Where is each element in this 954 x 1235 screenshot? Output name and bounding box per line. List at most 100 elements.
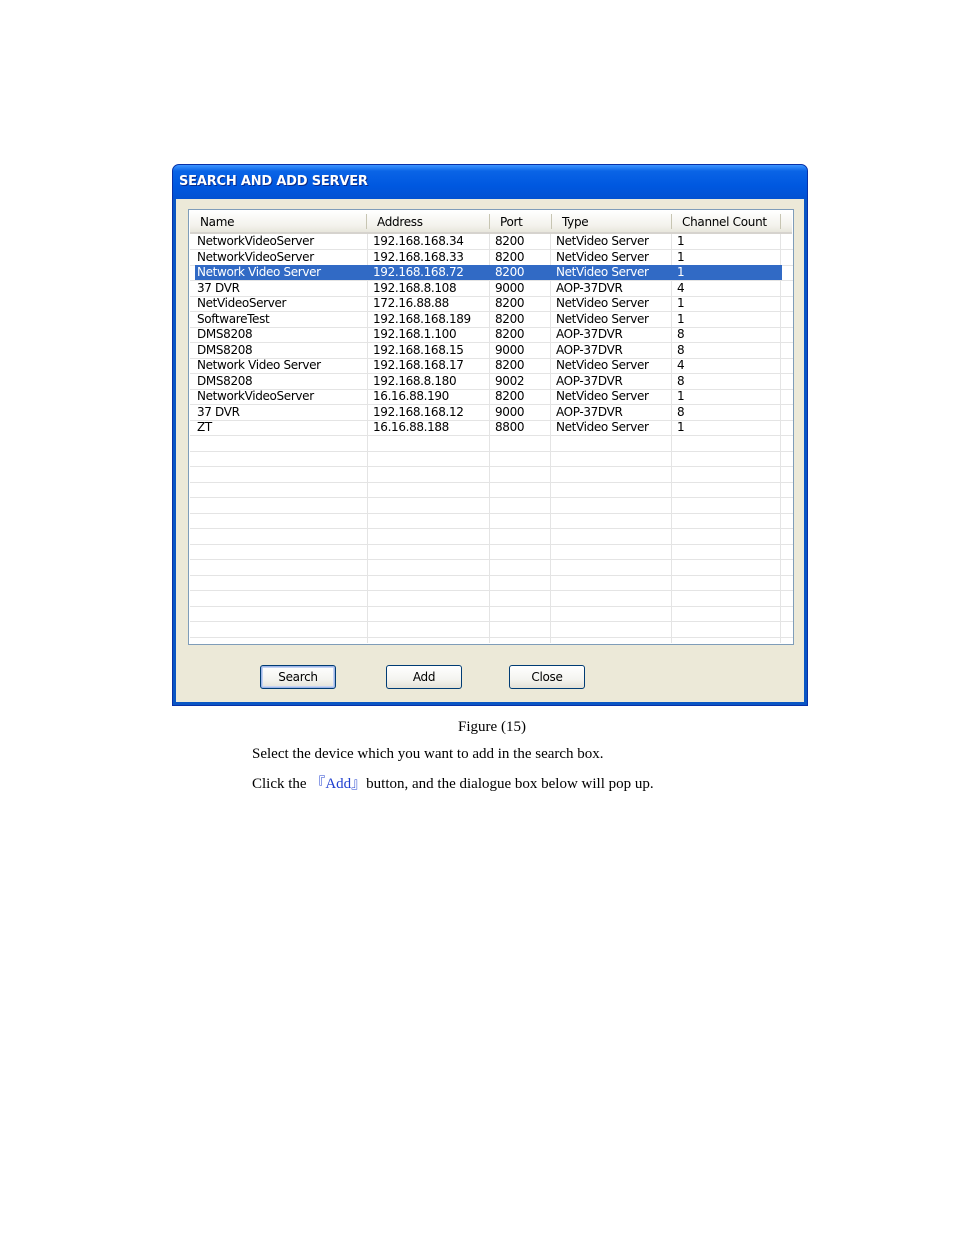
- table-cell: 8200: [495, 311, 525, 326]
- table-row[interactable]: 37 DVR 192.168.8.108 9000 AOP-37DVR 4: [190, 280, 793, 297]
- table-cell: NetVideoServer: [197, 296, 287, 310]
- empty-row: [190, 529, 793, 545]
- search-add-server-dialog: SEARCH AND ADD SERVER Name Address Port …: [172, 164, 808, 706]
- table-cell: 8: [677, 373, 685, 388]
- instruction-line-2: Click the 『Add』button, and the dialogue …: [252, 772, 654, 793]
- table-cell: 37 DVR: [197, 280, 240, 295]
- table-cell: DMS8208: [197, 342, 253, 357]
- table-row[interactable]: SoftwareTest 192.168.168.189 8200 NetVideo …: [190, 311, 793, 328]
- table-cell: 8800: [495, 420, 525, 434]
- empty-row: [190, 498, 793, 514]
- table-cell: 9002: [495, 373, 525, 388]
- close-button[interactable]: Close: [509, 665, 585, 689]
- table-cell: AOP-37DVR: [556, 280, 623, 295]
- table-cell: NetVideo Server: [556, 296, 649, 310]
- table-cell: 8: [677, 342, 685, 357]
- table-row[interactable]: NetworkVideoServer 16.16.88.190 8200 NetVid…: [190, 389, 793, 405]
- column-header-name[interactable]: Name: [190, 211, 366, 232]
- table-row[interactable]: ZT 16.16.88.188 8800 NetVideo Server 1: [190, 420, 793, 436]
- list-body: NetworkVideoServer 192.168.168.34 8200 NetV…: [190, 234, 793, 643]
- table-cell: SoftwareTest: [197, 311, 270, 326]
- table-cell: AOP-37DVR: [556, 342, 623, 357]
- table-cell: DMS8208: [197, 373, 253, 388]
- table-cell: 9000: [495, 404, 525, 419]
- table-cell: 16.16.88.190: [373, 389, 449, 403]
- table-cell: Network Video Server: [197, 265, 321, 279]
- table-cell: 192.168.168.34: [373, 234, 464, 248]
- table-cell: 1: [677, 234, 685, 248]
- table-cell: 192.168.168.15: [373, 342, 464, 357]
- table-cell: 8: [677, 404, 685, 419]
- table-cell: 172.16.88.88: [373, 296, 449, 310]
- instruction-line-1: Select the device which you want to add …: [252, 746, 604, 762]
- table-row[interactable]: DMS8208 192.168.168.15 9000 AOP-37DVR 8: [190, 342, 793, 359]
- table-cell: 1: [677, 311, 685, 326]
- table-cell: 1: [677, 296, 685, 310]
- table-cell: 192.168.168.189: [373, 311, 471, 326]
- table-cell: NetworkVideoServer: [197, 389, 314, 403]
- list-header: Name Address Port Type Channel Count: [190, 211, 792, 234]
- server-list[interactable]: Name Address Port Type Channel Count Net…: [188, 209, 794, 645]
- column-header-type[interactable]: Type: [552, 211, 671, 232]
- table-cell: NetVideo Server: [556, 234, 649, 248]
- table-cell: 8: [677, 327, 685, 341]
- table-cell: 1: [677, 265, 685, 279]
- table-cell: 8200: [495, 265, 525, 279]
- table-cell: 192.168.8.108: [373, 280, 457, 295]
- table-cell: NetVideo Server: [556, 249, 649, 264]
- table-row[interactable]: DMS8208 192.168.8.180 9002 AOP-37DVR 8: [190, 373, 793, 390]
- title-bar[interactable]: SEARCH AND ADD SERVER: [173, 165, 807, 199]
- table-cell: 4: [677, 280, 685, 295]
- table-cell: 1: [677, 249, 685, 264]
- table-cell: 8200: [495, 327, 525, 341]
- column-header-port[interactable]: Port: [490, 211, 551, 232]
- table-cell: NetVideo Server: [556, 265, 649, 279]
- dialog-title: SEARCH AND ADD SERVER: [179, 174, 368, 189]
- table-cell: NetVideo Server: [556, 358, 649, 372]
- table-cell: Network Video Server: [197, 358, 321, 372]
- table-row[interactable]: DMS8208 192.168.1.100 8200 AOP-37DVR 8: [190, 327, 793, 343]
- add-button[interactable]: Add: [386, 665, 462, 689]
- instruction-suffix: button, and the dialogue box below will …: [366, 776, 654, 792]
- table-cell: 37 DVR: [197, 404, 240, 419]
- table-cell: NetVideo Server: [556, 420, 649, 434]
- empty-row: [190, 591, 793, 607]
- table-cell: AOP-37DVR: [556, 373, 623, 388]
- table-cell: 192.168.168.17: [373, 358, 464, 372]
- table-row[interactable]: NetVideoServer 172.16.88.88 8200 NetVideo S…: [190, 296, 793, 312]
- table-row[interactable]: NetworkVideoServer 192.168.168.33 8200 NetV…: [190, 249, 793, 266]
- table-row[interactable]: Network Video Server 192.168.168.72 8200 Ne…: [190, 265, 793, 281]
- empty-row: [190, 575, 793, 591]
- table-cell: 8200: [495, 389, 525, 403]
- empty-row: [190, 622, 793, 638]
- table-row[interactable]: NetworkVideoServer 192.168.168.34 8200 NetV…: [190, 234, 793, 250]
- empty-row: [190, 606, 793, 622]
- table-cell: 16.16.88.188: [373, 420, 449, 434]
- empty-row: [190, 467, 793, 483]
- search-button[interactable]: Search: [260, 665, 336, 689]
- table-cell: 9000: [495, 280, 525, 295]
- table-cell: NetVideo Server: [556, 311, 649, 326]
- table-cell: 192.168.168.72: [373, 265, 464, 279]
- table-cell: AOP-37DVR: [556, 404, 623, 419]
- empty-row: [190, 513, 793, 529]
- empty-row: [190, 560, 793, 576]
- table-row[interactable]: Network Video Server 192.168.168.17 8200 Ne…: [190, 358, 793, 374]
- table-cell: 192.168.168.12: [373, 404, 464, 419]
- empty-row: [190, 482, 793, 498]
- dialog-client-area: Name Address Port Type Channel Count Net…: [176, 199, 804, 702]
- table-cell: 192.168.168.33: [373, 249, 464, 264]
- column-separator[interactable]: [780, 214, 781, 229]
- table-cell: DMS8208: [197, 327, 253, 341]
- table-cell: 9000: [495, 342, 525, 357]
- instruction-prefix: Click the: [252, 776, 311, 792]
- table-cell: 8200: [495, 249, 525, 264]
- table-cell: 192.168.8.180: [373, 373, 457, 388]
- column-header-channel-count[interactable]: Channel Count: [672, 211, 781, 232]
- table-cell: 192.168.1.100: [373, 327, 457, 341]
- table-cell: 8200: [495, 296, 525, 310]
- table-row[interactable]: 37 DVR 192.168.168.12 9000 AOP-37DVR 8: [190, 404, 793, 421]
- table-cell: 1: [677, 389, 685, 403]
- empty-row: [190, 451, 793, 467]
- column-header-address[interactable]: Address: [367, 211, 489, 232]
